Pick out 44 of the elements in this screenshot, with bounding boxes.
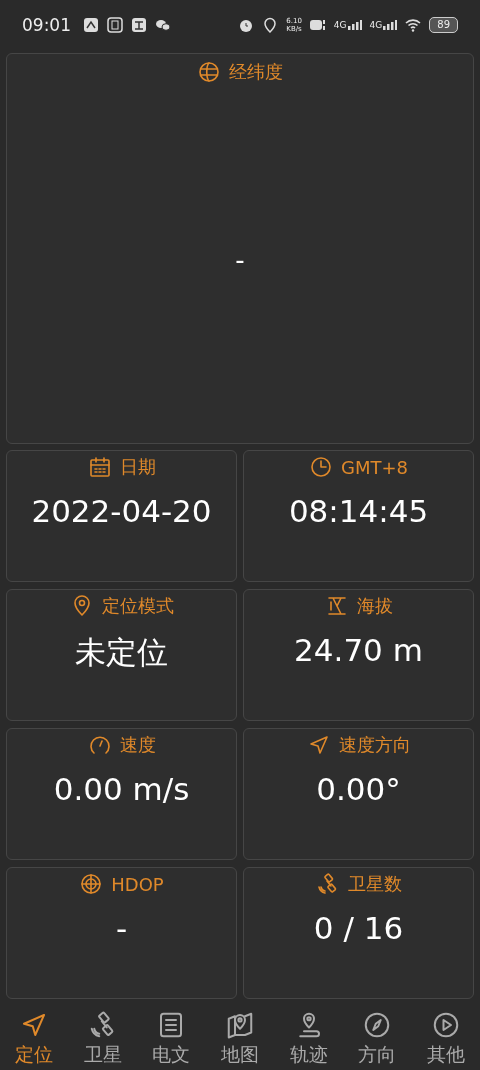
battery-level: 89 xyxy=(429,17,458,33)
alarm-icon xyxy=(238,17,255,33)
card-title: GMT+8 xyxy=(341,456,408,478)
network-type: 4G xyxy=(333,20,347,30)
globe-icon xyxy=(197,60,221,84)
nav-tab[interactable]: 方向 xyxy=(342,1010,412,1070)
map-icon xyxy=(225,1010,255,1040)
card-value: 2022-04-20 xyxy=(31,493,212,529)
status-time: 09:01 xyxy=(22,15,71,35)
hd-icon xyxy=(309,17,326,33)
location-icon xyxy=(262,17,279,33)
nav-tab[interactable]: 电文 xyxy=(137,1010,206,1070)
card-value: 24.70 m xyxy=(294,632,423,668)
signal-icon xyxy=(383,20,398,30)
target-icon xyxy=(79,872,104,896)
card-value: 0.00 m/s xyxy=(53,771,190,807)
card-title: 速度 xyxy=(119,733,156,757)
card-value: - xyxy=(235,244,245,275)
card-title: 卫星数 xyxy=(347,872,402,896)
calendar-icon xyxy=(87,455,112,479)
nav-tab[interactable]: 定位 xyxy=(0,1010,69,1070)
app-icon xyxy=(83,17,99,33)
app-icon xyxy=(107,17,123,33)
card-title: 速度方向 xyxy=(338,733,411,757)
nav-tab[interactable]: 卫星 xyxy=(68,1010,138,1070)
chat-icon xyxy=(155,17,171,33)
clock-icon xyxy=(309,455,333,479)
app-icon xyxy=(131,17,147,33)
wifi-icon xyxy=(405,17,422,33)
card-title: 海拔 xyxy=(356,594,393,618)
card-value: - xyxy=(115,910,128,946)
signal-icon xyxy=(347,20,362,30)
nav-tab[interactable]: 地图 xyxy=(205,1010,275,1070)
card-value: 0.00° xyxy=(316,771,401,807)
card-title: HDOP xyxy=(111,873,164,895)
card-value: 未定位 xyxy=(75,633,168,672)
card-title: 日期 xyxy=(119,455,156,479)
card-value: 0 / 16 xyxy=(313,910,404,946)
card-title: 经纬度 xyxy=(229,60,283,84)
network-type: 4G xyxy=(369,20,383,30)
nav-tab[interactable]: 其他 xyxy=(411,1010,480,1070)
card-title: 定位模式 xyxy=(101,594,174,618)
card-value: 08:14:45 xyxy=(288,493,429,529)
nav-tab[interactable]: 轨迹 xyxy=(274,1010,343,1070)
